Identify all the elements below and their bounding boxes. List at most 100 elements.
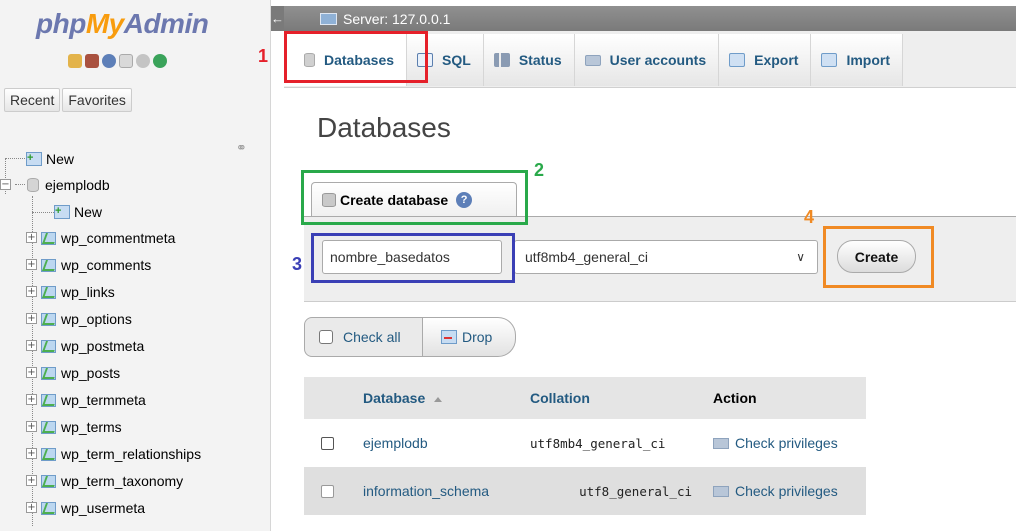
expand-icon[interactable]: + [26,259,37,270]
tree-item-table[interactable]: + wp_termmeta [26,386,146,413]
tree-item-table[interactable]: + wp_term_relationships [26,440,201,467]
recent-favorites-tabs: Recent Favorites [4,88,132,112]
check-privileges-link[interactable]: Check privileges [704,435,866,451]
tree-item-table[interactable]: + wp_commentmeta [26,224,175,251]
expand-icon[interactable]: + [26,502,37,513]
logo-my: My [85,8,124,39]
annotation-box-1 [284,31,428,83]
tree-item-label: wp_links [61,283,115,300]
table-icon [41,366,56,380]
database-link[interactable]: information_schema [349,483,522,499]
column-header-database[interactable]: Database [349,390,522,406]
tab-label: Export [754,52,799,68]
new-table-icon [54,204,70,219]
table-icon [41,231,56,245]
expand-icon[interactable]: + [26,286,37,297]
check-all-button[interactable]: Check all [304,317,423,357]
tree-item-table[interactable]: + wp_usermeta [26,494,145,521]
navigation-panel: phpMyAdmin Recent Favorites ⚭ New − ejem… [0,0,271,531]
server-icon [320,12,337,25]
tree-item-label: wp_posts [61,364,121,381]
collapse-icon[interactable]: − [0,179,11,190]
bulk-action-group: Check all Drop [304,317,516,357]
expand-icon[interactable]: + [26,367,37,378]
tree-item-label: wp_commentmeta [61,229,176,246]
tab-status[interactable]: Status [483,34,575,86]
tab-export[interactable]: Export [719,34,812,86]
annotation-number-1: 1 [258,46,269,66]
tab-label: SQL [442,52,471,68]
row-checkbox[interactable] [321,484,334,498]
check-all-checkbox[interactable] [319,330,333,344]
status-chart-icon [493,53,510,67]
tab-user-accounts[interactable]: User accounts [574,34,720,86]
import-icon [821,53,838,67]
logo-admin: Admin [123,8,209,39]
table-icon [41,339,56,353]
page-title: Databases [317,112,451,143]
collation-cell: utf8mb4_general_ci [530,435,666,451]
logout-icon[interactable] [85,54,99,68]
breadcrumb: Server: 127.0.0.1 [284,6,1016,31]
tree-item-new-table[interactable]: New [54,198,102,225]
sort-asc-icon [434,396,443,402]
expand-icon[interactable]: + [26,313,37,324]
nav-icon-bar [68,54,167,68]
collapse-nav-arrow-icon[interactable]: ← [271,6,284,31]
expand-icon[interactable]: + [26,448,37,459]
recent-button[interactable]: Recent [4,88,61,112]
settings-gear-icon[interactable] [136,54,150,68]
phpmyadmin-logo[interactable]: phpMyAdmin [36,8,209,40]
breadcrumb-server[interactable]: Server: 127.0.0.1 [343,11,450,27]
favorites-button[interactable]: Favorites [62,88,132,112]
collation-select[interactable]: utf8mb4_general_ci ∨ [514,240,818,274]
row-checkbox[interactable] [321,436,334,450]
collation-cell: utf8_general_ci [579,483,692,499]
collation-selected-value: utf8mb4_general_ci [525,249,648,265]
annotation-number-3: 3 [292,254,303,274]
tree-item-label: wp_terms [61,418,122,435]
privileges-icon [713,485,729,497]
reload-icon[interactable] [153,54,167,68]
documentation-icon[interactable] [119,54,133,68]
table-icon [41,447,56,461]
link-with-main-icon[interactable]: ⚭ [236,140,247,156]
tree-item-table[interactable]: + wp_postmeta [26,332,144,359]
tree-item-table[interactable]: + wp_comments [26,251,151,278]
expand-icon[interactable]: + [26,475,37,486]
annotation-number-2: 2 [534,160,545,180]
tree-item-new-database[interactable]: New [26,145,74,172]
table-header: Database Collation Action [304,377,866,419]
database-link[interactable]: ejemplodb [349,435,522,451]
drop-button[interactable]: Drop [423,317,516,357]
tree-item-label: New [74,203,103,220]
tab-label: Import [846,52,891,68]
expand-icon[interactable]: + [26,340,37,351]
annotation-number-4: 4 [804,207,815,227]
tree-item-table[interactable]: + wp_links [26,278,115,305]
tab-label: User accounts [609,52,707,68]
tree-line [32,212,54,213]
table-icon [41,420,56,434]
expand-icon[interactable]: + [26,232,37,243]
tree-item-table[interactable]: + wp_options [26,305,132,332]
column-header-collation[interactable]: Collation [522,390,704,406]
drop-label: Drop [462,329,493,345]
tree-line [5,158,27,159]
expand-icon[interactable]: + [26,421,37,432]
table-icon [41,312,56,326]
tree-item-table[interactable]: + wp_terms [26,413,122,440]
tree-item-database[interactable]: − ejemplodb [0,171,110,198]
tree-item-label: wp_term_taxonomy [61,472,184,489]
home-icon[interactable] [68,54,82,68]
check-privileges-link[interactable]: Check privileges [704,483,866,499]
help-icon[interactable] [102,54,116,68]
tree-item-label: wp_postmeta [61,337,145,354]
tree-item-table[interactable]: + wp_term_taxonomy [26,467,183,494]
tab-import[interactable]: Import [811,34,904,86]
annotation-box-2 [301,170,528,225]
table-row: information_schema utf8_general_ci Check… [304,467,866,515]
expand-icon[interactable]: + [26,394,37,405]
check-all-label: Check all [343,329,401,345]
tree-item-table[interactable]: + wp_posts [26,359,120,386]
